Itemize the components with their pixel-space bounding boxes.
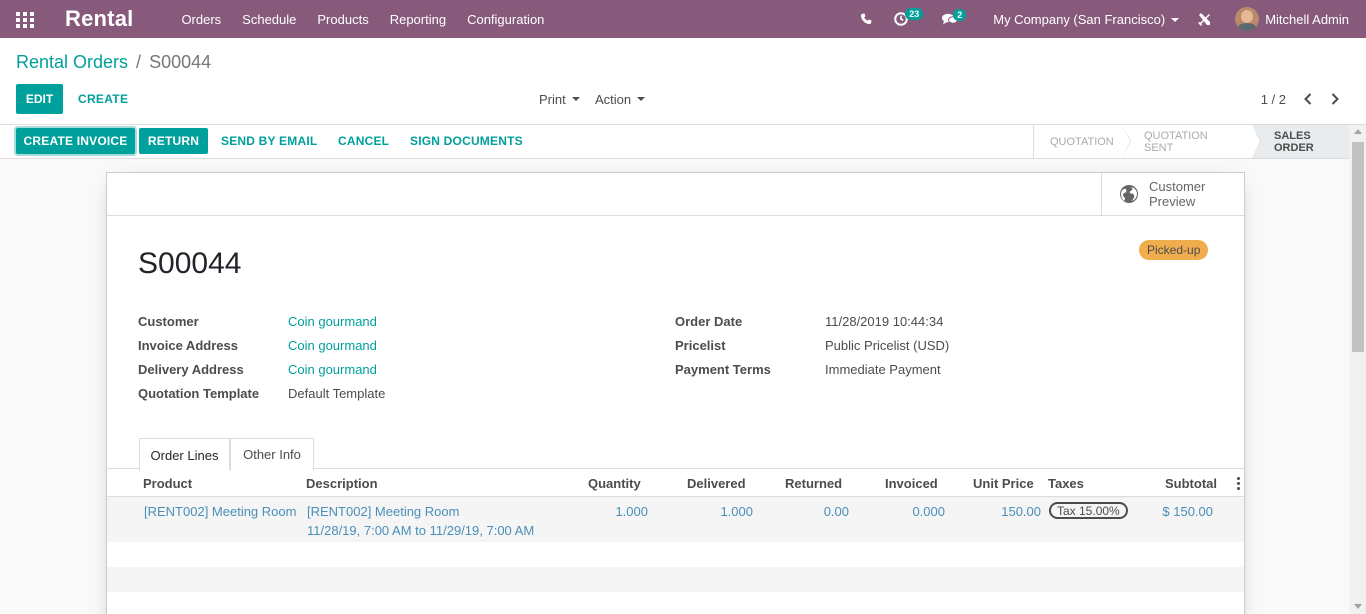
cell-description-line1: [RENT002] Meeting Room	[307, 504, 460, 519]
quotation-template-label: Quotation Template	[138, 386, 260, 401]
customer-preview-label: Customer Preview	[1149, 179, 1206, 209]
order-lines-header: Product Description Quantity Delivered R…	[107, 470, 1244, 497]
order-date-value: 11/28/2019 10:44:34	[825, 314, 944, 329]
form-statusbar: CREATE INVOICE RETURN SEND BY EMAIL CANC…	[0, 125, 1366, 159]
pager-previous-icon[interactable]	[1298, 84, 1318, 114]
column-quantity[interactable]: Quantity	[588, 476, 641, 491]
customer-preview-button[interactable]: Customer Preview	[1101, 173, 1244, 215]
pager-next-icon[interactable]	[1325, 84, 1345, 114]
column-delivered[interactable]: Delivered	[687, 476, 746, 491]
message-count-badge: 2	[953, 8, 967, 21]
tax-tag: Tax 15.00%	[1049, 502, 1128, 519]
navbar-systray: 23 2 My Company (San Francisco) Mitchell…	[860, 0, 1366, 38]
apps-menu-icon[interactable]	[16, 12, 34, 28]
notebook-tabs: Order Lines Other Info	[107, 437, 1244, 471]
column-returned[interactable]: Returned	[785, 476, 842, 491]
breadcrumb: Rental Orders / S00044	[16, 52, 211, 73]
cancel-button[interactable]: CANCEL	[338, 128, 389, 154]
empty-row	[107, 567, 1244, 592]
stage-quotation[interactable]: QUOTATION	[1034, 125, 1131, 158]
tab-other-info[interactable]: Other Info	[230, 438, 314, 470]
sign-documents-button[interactable]: SIGN DOCUMENTS	[410, 128, 523, 154]
stage-quotation-sent[interactable]: QUOTATION SENT	[1122, 125, 1261, 158]
scrollbar-thumb[interactable]	[1352, 142, 1364, 352]
cell-delivered: 1.000	[720, 504, 753, 519]
send-by-email-button[interactable]: SEND BY EMAIL	[221, 128, 317, 154]
cell-unit-price: 150.00	[1001, 504, 1041, 519]
user-avatar[interactable]	[1235, 7, 1260, 31]
cell-subtotal: $ 150.00	[1162, 504, 1213, 519]
order-title: S00044	[138, 247, 242, 280]
user-menu[interactable]: Mitchell Admin	[1265, 12, 1349, 27]
app-brand[interactable]: Rental	[65, 6, 133, 32]
customer-value[interactable]: Coin gourmand	[288, 314, 377, 329]
top-navbar: Rental Orders Schedule Products Reportin…	[0, 0, 1366, 38]
globe-icon	[1120, 185, 1138, 203]
optional-columns-kebab-icon[interactable]	[1237, 477, 1240, 490]
breadcrumb-current: S00044	[149, 52, 212, 72]
pager-value[interactable]: 1 / 2	[1261, 84, 1286, 114]
delivery-address-value[interactable]: Coin gourmand	[288, 362, 377, 377]
payment-terms-value: Immediate Payment	[825, 362, 941, 377]
control-panel: Rental Orders / S00044 EDIT CREATE Print…	[0, 38, 1366, 125]
column-taxes[interactable]: Taxes	[1048, 476, 1084, 491]
scroll-down-arrow-icon[interactable]	[1354, 604, 1362, 609]
cell-quantity: 1.000	[615, 504, 648, 519]
debug-tools-icon[interactable]	[1198, 12, 1211, 26]
order-date-label: Order Date	[675, 314, 743, 329]
menu-orders[interactable]: Orders	[181, 12, 221, 27]
activity-clock-icon[interactable]: 23	[894, 8, 924, 26]
status-badge: Picked-up	[1139, 240, 1209, 260]
action-dropdown[interactable]: Action	[595, 84, 646, 114]
create-button[interactable]: CREATE	[78, 84, 128, 114]
form-sheet: Customer Preview S00044 Picked-up Custom…	[106, 172, 1245, 614]
breadcrumb-rental-orders[interactable]: Rental Orders	[16, 52, 128, 73]
menu-reporting[interactable]: Reporting	[390, 12, 446, 27]
invoice-address-value[interactable]: Coin gourmand	[288, 338, 377, 353]
cell-description-line2: 11/28/19, 7:00 AM to 11/29/19, 7:00 AM	[307, 523, 535, 538]
table-row[interactable]: [RENT002] Meeting Room [RENT002] Meeting…	[107, 498, 1244, 542]
column-product[interactable]: Product	[143, 476, 192, 491]
stage-sales-order[interactable]: SALES ORDER	[1252, 125, 1350, 158]
print-dropdown[interactable]: Print	[539, 84, 580, 114]
column-unit-price[interactable]: Unit Price	[973, 476, 1034, 491]
edit-button[interactable]: EDIT	[16, 84, 63, 114]
phone-icon[interactable]	[860, 13, 872, 25]
column-invoiced[interactable]: Invoiced	[885, 476, 938, 491]
pricelist-value: Public Pricelist (USD)	[825, 338, 950, 353]
column-description[interactable]: Description	[306, 476, 378, 491]
quotation-template-value: Default Template	[288, 386, 386, 401]
delivery-address-label: Delivery Address	[138, 362, 244, 377]
column-subtotal[interactable]: Subtotal	[1165, 476, 1217, 491]
company-name: My Company (San Francisco)	[993, 11, 1166, 27]
chevron-down-icon	[637, 97, 646, 101]
menu-schedule[interactable]: Schedule	[242, 12, 296, 27]
menu-configuration[interactable]: Configuration	[467, 12, 544, 27]
return-button[interactable]: RETURN	[139, 128, 208, 154]
empty-row	[107, 542, 1244, 567]
scroll-up-arrow-icon[interactable]	[1354, 129, 1362, 134]
invoice-address-label: Invoice Address	[138, 338, 238, 353]
chevron-down-icon	[1171, 18, 1180, 23]
menu-products[interactable]: Products	[317, 12, 368, 27]
smart-button-box: Customer Preview	[107, 173, 1244, 216]
create-invoice-button[interactable]: CREATE INVOICE	[16, 128, 135, 154]
pricelist-label: Pricelist	[675, 338, 726, 353]
action-label: Action	[595, 91, 632, 107]
customer-label: Customer	[138, 314, 199, 329]
cell-product: [RENT002] Meeting Room	[144, 504, 297, 519]
messages-icon[interactable]: 2	[942, 8, 967, 26]
payment-terms-label: Payment Terms	[675, 362, 771, 377]
activity-count-badge: 23	[905, 8, 924, 20]
breadcrumb-separator: /	[136, 52, 142, 72]
print-label: Print	[539, 91, 566, 107]
tab-order-lines[interactable]: Order Lines	[139, 438, 230, 471]
company-switcher[interactable]: My Company (San Francisco)	[993, 11, 1180, 27]
cell-invoiced: 0.000	[912, 504, 945, 519]
status-stages: QUOTATION QUOTATION SENT SALES ORDER	[1033, 125, 1350, 158]
main-menu: Orders Schedule Products Reporting Confi…	[181, 12, 565, 27]
chevron-down-icon	[571, 97, 580, 101]
cell-returned: 0.00	[823, 504, 849, 519]
